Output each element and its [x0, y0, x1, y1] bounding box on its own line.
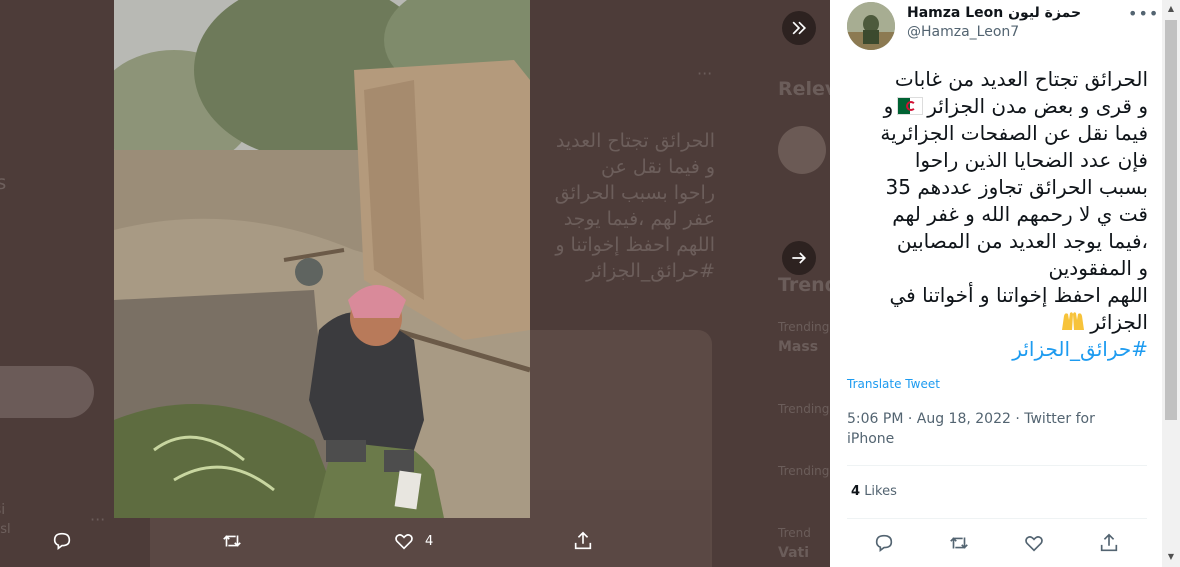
- tweet-line: فيما نقل عن الصفحات الجزائرية: [880, 121, 1148, 145]
- like-button[interactable]: 4: [393, 530, 433, 552]
- bg-line: و فيما نقل عن: [601, 156, 715, 178]
- bg-line: #حرائق_الجزائر: [586, 260, 715, 282]
- share-icon: [1100, 533, 1118, 552]
- like-icon: [1025, 536, 1043, 552]
- tweet-line-text: الجزائر: [1090, 310, 1148, 334]
- tweet-text: الحرائق تجتاح العديد من غابات و قرى و بع…: [844, 66, 1148, 363]
- media-action-bar: 4: [0, 518, 830, 567]
- divider: [847, 518, 1147, 519]
- tweet-timestamp[interactable]: 5:06 PM · Aug 18, 2022 · Twitter for iPh…: [847, 409, 1127, 449]
- tweet-line: و قرى و بعض مدن الجزائر و: [844, 93, 1148, 120]
- bg-trend-name: Mass: [778, 339, 819, 355]
- bg-line: الحرائق تجتاح العديد: [555, 130, 715, 152]
- scrollbar-thumb[interactable]: [1165, 20, 1177, 420]
- bg-trend-label: Trending: [778, 464, 830, 478]
- algeria-flag-icon: [897, 97, 924, 115]
- next-image-icon: [792, 252, 807, 264]
- reply-icon: [53, 532, 71, 550]
- bg-tweet-button: [0, 366, 94, 418]
- tweet-line: الجزائر: [844, 309, 1148, 336]
- tweet-line-suffix: و: [883, 94, 894, 118]
- raised-hands-icon: [1062, 312, 1085, 330]
- translate-tweet-link[interactable]: Translate Tweet: [847, 377, 940, 391]
- reply-button[interactable]: [51, 530, 73, 552]
- bg-line: عفر لهم ،فيما يوجد: [563, 208, 715, 230]
- tweet-line: ،فيما يوجد العديد من المصابين: [896, 229, 1148, 253]
- bg-tweet-text: الحرائق تجتاح العديد و فيما نقل عن راحوا…: [530, 128, 715, 284]
- more-options-icon[interactable]: •••: [1128, 4, 1159, 23]
- likes-summary[interactable]: 4 Likes: [851, 484, 897, 499]
- tweet-line-text: و قرى و بعض مدن الجزائر: [927, 94, 1148, 118]
- panel-reply-button[interactable]: [873, 532, 895, 558]
- tweet-line: قت ي لا رحمهم الله و غفر لهم: [892, 202, 1148, 226]
- bg-line: اللهم احفظ إخواتنا و: [555, 234, 715, 256]
- tweet-detail-panel: Hamza Leon حمزة ليون @Hamza_Leon7 ••• ال…: [830, 0, 1162, 567]
- panel-retweet-button[interactable]: [948, 532, 970, 558]
- share-button[interactable]: [572, 530, 594, 552]
- tweet-line: فإن عدد الضحايا الذين راحوا: [914, 148, 1148, 172]
- reply-icon: [875, 534, 893, 552]
- scroll-down-icon[interactable]: ▼: [1166, 552, 1176, 561]
- photo-image: [114, 0, 530, 518]
- tweet-photo[interactable]: [114, 0, 530, 518]
- bg-profile-name: si: [0, 502, 6, 518]
- collapse-panel-button[interactable]: [782, 11, 816, 45]
- collapse-panel-icon: [792, 21, 807, 35]
- tweet-line: اللهم احفظ إخواتنا و أخواتنا في: [889, 283, 1148, 307]
- tweet-line: بسبب الحرائق تجاوز عددهم 35: [885, 175, 1148, 199]
- like-icon: [395, 534, 413, 550]
- panel-share-button[interactable]: [1098, 532, 1120, 558]
- retweet-icon: [223, 535, 241, 547]
- bg-trend-label: Trending: [778, 402, 830, 416]
- avatar-image: [847, 2, 895, 50]
- avatar[interactable]: [847, 2, 895, 50]
- retweet-icon: [950, 537, 968, 549]
- author-name[interactable]: Hamza Leon حمزة ليون: [907, 5, 1081, 21]
- bg-line: راحوا بسبب الحرائق: [554, 182, 715, 204]
- share-icon: [574, 531, 592, 550]
- scroll-up-icon[interactable]: ▲: [1166, 4, 1176, 13]
- bg-avatar: [778, 126, 826, 174]
- panel-like-button[interactable]: [1023, 532, 1045, 558]
- bg-nav-item: tions: [0, 172, 7, 194]
- likes-count: 4: [851, 484, 861, 499]
- author-handle[interactable]: @Hamza_Leon7: [907, 24, 1019, 40]
- bg-relevant-heading: Relev: [778, 78, 830, 100]
- retweet-button[interactable]: [221, 530, 243, 552]
- likes-label: Likes: [864, 484, 897, 499]
- bg-more-icon: ···: [697, 64, 713, 83]
- tweet-line: الحرائق تجتاح العديد من غابات: [894, 67, 1148, 91]
- bg-trend-label: Trending: [778, 320, 830, 334]
- bg-trends-heading: Trend: [778, 274, 830, 296]
- like-count: 4: [425, 533, 434, 549]
- hashtag-link[interactable]: #حرائق_الجزائر: [844, 336, 1148, 363]
- tweet-line: و المفقودين: [1048, 256, 1149, 280]
- divider: [847, 465, 1147, 466]
- next-image-button[interactable]: [782, 241, 816, 275]
